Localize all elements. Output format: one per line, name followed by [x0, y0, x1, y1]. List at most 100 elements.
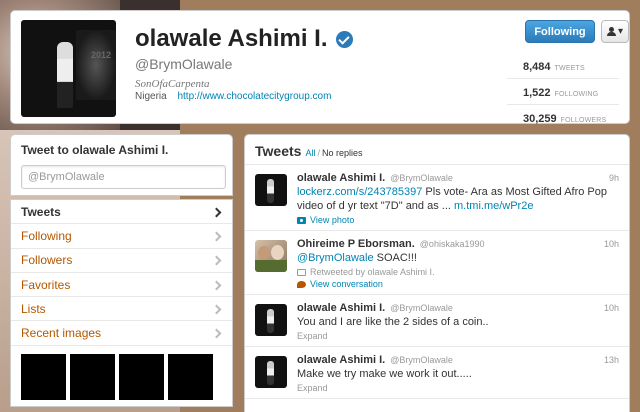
tweet-item[interactable]: olawale Ashimi I. @BrymOlawale 10h You a…	[245, 295, 629, 347]
profile-stats: 8,484 TWEETS 1,522 FOLLOWING 30,259 FOLL…	[507, 53, 619, 131]
nav-item-label: Tweets	[21, 204, 61, 219]
conversation-icon	[297, 280, 306, 288]
chevron-right-icon	[212, 304, 222, 314]
recent-image-thumb[interactable]	[70, 353, 115, 400]
avatar-person	[57, 42, 73, 108]
tweet-screen-name[interactable]: @ohiskaka1990	[420, 239, 485, 249]
nav-item-label: Followers	[21, 253, 73, 268]
profile-nav: Tweets Following Followers Favorites Lis…	[10, 199, 233, 407]
tweets-header: Tweets All / No replies	[245, 135, 629, 165]
following-button[interactable]: Following	[525, 20, 595, 43]
avatar-face	[271, 245, 284, 260]
tweet-author-name[interactable]: olawale Ashimi I.	[297, 354, 385, 366]
stat-number: 8,484	[523, 61, 551, 73]
tweet-item[interactable]: olawale Ashimi I. @BrymOlawale 13h Make …	[245, 347, 629, 399]
tweet-text: @BrymOlawale SOAC!!!	[297, 251, 619, 265]
tweet-avatar[interactable]	[255, 240, 287, 272]
profile-name-text: olawale Ashimi I.	[135, 25, 328, 52]
tweet-text: Make we try make we work it out.....	[297, 368, 472, 380]
recent-images-grid	[11, 346, 232, 406]
stat-label: TWEETS	[554, 65, 585, 72]
profile-avatar[interactable]: 2012	[21, 20, 116, 117]
tweets-panel: Tweets All / No replies olawale Ashimi I…	[244, 134, 630, 412]
tweet-to-input[interactable]: @BrymOlawale	[21, 165, 226, 189]
profile-tagline: SonOfaCarpenta	[135, 78, 210, 90]
tweet-author-name[interactable]: olawale Ashimi I.	[297, 302, 385, 314]
profile-location-row: Nigeria http://www.chocolatecitygroup.co…	[135, 91, 331, 102]
chevron-right-icon	[212, 231, 222, 241]
tweet-text: You and I are like the 2 sides of a coin…	[297, 316, 489, 328]
chevron-right-icon	[212, 280, 222, 290]
tweet-header: olawale Ashimi I. @BrymOlawale	[297, 354, 619, 366]
retweeted-by: Retweeted by olawale Ashimi I.	[297, 267, 619, 277]
tweet-link[interactable]: m.tmi.me/wPr2e	[454, 200, 533, 212]
stat-following[interactable]: 1,522 FOLLOWING	[507, 79, 619, 105]
profile-card: 2012 olawale Ashimi I. @BrymOlawale SonO…	[10, 10, 630, 125]
nav-item-followers[interactable]: Followers	[11, 249, 232, 273]
avatar-stage-light	[76, 30, 116, 100]
nav-item-lists[interactable]: Lists	[11, 297, 232, 322]
nav-item-favorites[interactable]: Favorites	[11, 273, 232, 298]
avatar-person	[267, 361, 274, 385]
stat-number: 30,259	[523, 113, 557, 125]
nav-item-tweets[interactable]: Tweets	[11, 200, 232, 225]
tweet-author-name[interactable]: olawale Ashimi I.	[297, 172, 385, 184]
tweet-author-name[interactable]: Ohireime P Eborsman.	[297, 238, 415, 250]
profile-url-link[interactable]: http://www.chocolatecitygroup.com	[177, 91, 331, 102]
nav-item-recent-images[interactable]: Recent images	[11, 321, 232, 346]
left-sidebar: Tweet to olawale Ashimi I. @BrymOlawale …	[10, 134, 233, 407]
user-actions-dropdown[interactable]: ▾	[601, 20, 629, 43]
tweet-link[interactable]: lockerz.com/s/243785397	[297, 186, 422, 198]
view-photo-label: View photo	[310, 215, 355, 225]
stat-label: FOLLOWERS	[560, 117, 607, 124]
tweet-text-body: SOAC!!!	[373, 252, 417, 264]
tweet-header: Ohireime P Eborsman. @ohiskaka1990	[297, 238, 619, 250]
filter-all-link[interactable]: All	[305, 148, 315, 158]
tweet-item[interactable]: olawale Ashimi I. @BrymOlawale 9h locker…	[245, 165, 629, 231]
tweet-screen-name[interactable]: @BrymOlawale	[390, 303, 453, 313]
chevron-right-icon	[212, 328, 222, 338]
nav-item-label: Recent images	[21, 326, 102, 341]
view-conversation-link[interactable]: View conversation	[297, 279, 619, 289]
tweets-title: Tweets	[255, 143, 302, 159]
tweet-screen-name[interactable]: @BrymOlawale	[390, 173, 453, 183]
nav-item-following[interactable]: Following	[11, 224, 232, 249]
tweet-timestamp[interactable]: 10h	[604, 239, 619, 249]
avatar-person	[267, 309, 274, 333]
chevron-right-icon	[212, 207, 222, 217]
tweet-avatar[interactable]	[255, 356, 287, 388]
tweet-timestamp[interactable]: 9h	[609, 173, 619, 183]
recent-image-thumb[interactable]	[168, 353, 213, 400]
avatar-stage-text: 2012	[91, 50, 112, 60]
view-conversation-label: View conversation	[310, 279, 383, 289]
recent-image-thumb[interactable]	[21, 353, 66, 400]
avatar-face	[258, 246, 270, 260]
view-photo-link[interactable]: View photo	[297, 215, 619, 225]
tweet-avatar[interactable]	[255, 304, 287, 336]
profile-name: olawale Ashimi I.	[135, 25, 353, 53]
tweet-to-title: Tweet to olawale Ashimi I.	[21, 143, 169, 157]
stat-tweets[interactable]: 8,484 TWEETS	[507, 53, 619, 79]
tweet-header: olawale Ashimi I. @BrymOlawale	[297, 172, 619, 184]
expand-link[interactable]: Expand	[297, 331, 619, 341]
retweeted-label: Retweeted by olawale Ashimi I.	[310, 267, 435, 277]
recent-image-thumb[interactable]	[119, 353, 164, 400]
tweet-timestamp[interactable]: 10h	[604, 303, 619, 313]
caret-down-icon: ▾	[617, 26, 624, 37]
stat-followers[interactable]: 30,259 FOLLOWERS	[507, 105, 619, 131]
expand-link[interactable]: Expand	[297, 383, 619, 393]
avatar-person	[267, 179, 274, 203]
chevron-right-icon	[212, 255, 222, 265]
filter-no-replies-link[interactable]: No replies	[322, 148, 363, 158]
tweet-text: lockerz.com/s/243785397 Pls vote- Ara as…	[297, 185, 619, 213]
tweet-timestamp[interactable]: 13h	[604, 355, 619, 365]
tweet-screen-name[interactable]: @BrymOlawale	[390, 355, 453, 365]
tweet-avatar[interactable]	[255, 174, 287, 206]
avatar-body	[255, 260, 287, 272]
nav-item-label: Lists	[21, 301, 46, 316]
filter-separator: /	[317, 148, 320, 158]
tweet-item[interactable]: Ohireime P Eborsman. @ohiskaka1990 10h @…	[245, 231, 629, 295]
tweet-mention[interactable]: @BrymOlawale	[297, 252, 374, 264]
stat-number: 1,522	[523, 87, 551, 99]
nav-item-label: Following	[21, 228, 72, 243]
